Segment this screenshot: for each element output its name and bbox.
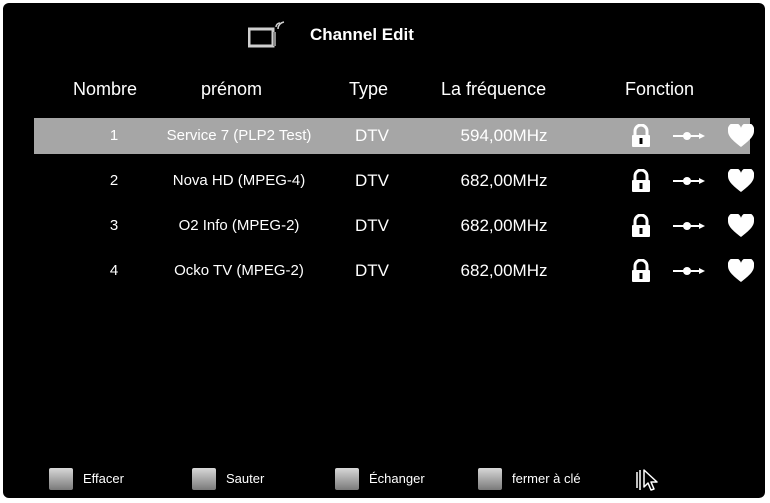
function-icons bbox=[594, 118, 755, 154]
channel-frequency: 682,00MHz bbox=[460, 216, 548, 235]
function-icons bbox=[594, 253, 755, 289]
function-icons bbox=[594, 163, 755, 199]
lock-icon[interactable] bbox=[630, 123, 652, 153]
move-arrow-icon[interactable] bbox=[672, 214, 706, 243]
channel-edit-screen: Channel Edit Nombre prénom Type La fréqu… bbox=[3, 3, 765, 498]
channel-name: O2 Info (MPEG-2) bbox=[178, 217, 300, 234]
heart-icon[interactable] bbox=[727, 167, 755, 198]
skip-key-swatch bbox=[192, 468, 216, 490]
channel-type: DTV bbox=[355, 171, 389, 190]
channel-row[interactable]: 4 Ocko TV (MPEG-2) DTV 682,00MHz bbox=[34, 253, 755, 289]
channel-name: Service 7 (PLP2 Test) bbox=[166, 127, 312, 144]
pointer-cursor-icon bbox=[635, 467, 665, 498]
page-title: Channel Edit bbox=[310, 25, 414, 44]
swap-label: Échanger bbox=[369, 471, 425, 486]
heart-icon[interactable] bbox=[727, 257, 755, 288]
move-arrow-icon[interactable] bbox=[672, 124, 706, 153]
column-header-number: Nombre bbox=[73, 79, 138, 99]
move-arrow-icon[interactable] bbox=[672, 169, 706, 198]
lock-icon[interactable] bbox=[630, 213, 652, 243]
lock-icon[interactable] bbox=[630, 168, 652, 198]
channel-frequency: 682,00MHz bbox=[460, 171, 548, 190]
channel-row[interactable]: 3 O2 Info (MPEG-2) DTV 682,00MHz bbox=[34, 208, 755, 244]
channel-frequency: 594,00MHz bbox=[460, 126, 548, 145]
heart-icon[interactable] bbox=[727, 122, 755, 153]
delete-label: Effacer bbox=[83, 471, 124, 486]
channel-name: Nova HD (MPEG-4) bbox=[172, 172, 306, 189]
channel-type: DTV bbox=[355, 216, 389, 235]
lock-icon[interactable] bbox=[630, 258, 652, 288]
channel-type: DTV bbox=[355, 126, 389, 145]
column-header-name: prénom bbox=[201, 79, 263, 99]
tv-icon bbox=[247, 21, 288, 51]
channel-name: Ocko TV (MPEG-2) bbox=[174, 262, 304, 279]
move-arrow-icon[interactable] bbox=[672, 259, 706, 288]
lock-label: fermer à clé bbox=[512, 471, 581, 486]
heart-icon[interactable] bbox=[727, 212, 755, 243]
channel-row[interactable]: 1 Service 7 (PLP2 Test) DTV 594,00MHz bbox=[34, 118, 755, 154]
lock-key-swatch bbox=[478, 468, 502, 490]
column-header-function: Fonction bbox=[625, 79, 695, 99]
delete-key-swatch bbox=[49, 468, 73, 490]
swap-key-swatch bbox=[335, 468, 359, 490]
channel-row[interactable]: 2 Nova HD (MPEG-4) DTV 682,00MHz bbox=[34, 163, 755, 199]
channel-frequency: 682,00MHz bbox=[460, 261, 548, 280]
skip-label: Sauter bbox=[226, 471, 265, 486]
channel-type: DTV bbox=[355, 261, 389, 280]
function-icons bbox=[594, 208, 755, 244]
footer-legend: Effacer Sauter Échanger fermer à clé bbox=[3, 466, 765, 492]
column-header-type: Type bbox=[349, 79, 389, 99]
column-header-frequency: La fréquence bbox=[441, 79, 547, 99]
title-bar: Channel Edit bbox=[3, 21, 765, 51]
